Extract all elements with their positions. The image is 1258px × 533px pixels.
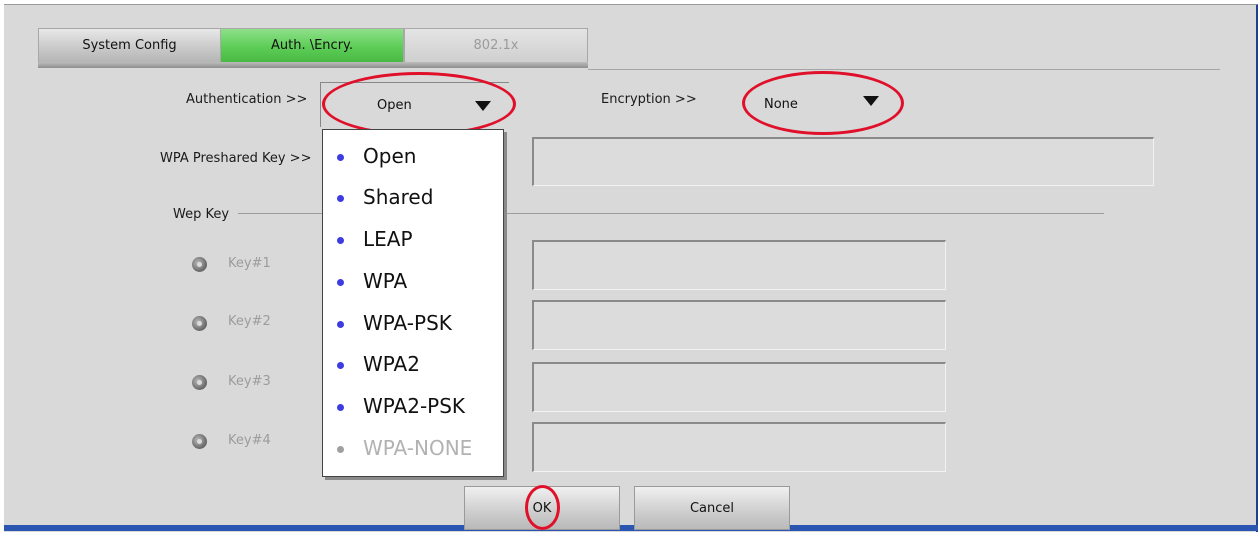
authentication-options-list: Open Shared LEAP WPA WPA-PSK WPA2 WPA2-P… [322,129,504,477]
option-wpa-psk[interactable]: WPA-PSK [323,303,503,343]
encryption-value: None [764,97,798,112]
window-bottom-border [4,525,1258,531]
option-shared[interactable]: Shared [323,177,503,217]
tab-system-config[interactable]: System Config [38,28,221,62]
ok-button-label: OK [532,500,552,516]
key1-input[interactable] [532,240,946,290]
key4-radio[interactable] [192,434,207,449]
key4-input[interactable] [532,422,946,472]
option-label: Shared [363,185,434,209]
option-label: WPA-PSK [363,311,452,335]
tab-8021x[interactable]: 802.1x [404,28,588,62]
option-label: LEAP [363,227,413,251]
authentication-select[interactable]: Open [320,82,509,127]
wep-key-group-label: Wep Key [173,207,230,222]
bullet-icon [337,279,344,286]
cancel-button[interactable]: Cancel [634,486,790,530]
cancel-button-label: Cancel [689,500,735,516]
option-label: WPA2-PSK [363,394,466,418]
key1-radio[interactable] [192,257,207,272]
wpa-preshared-key-input[interactable] [532,137,1154,186]
divider [588,69,1220,70]
option-leap[interactable]: LEAP [323,219,503,259]
wpa-preshared-key-label: WPA Preshared Key >> [160,151,312,166]
bullet-icon [337,195,344,202]
chevron-down-icon[interactable] [475,101,491,111]
tab-bar-underline [38,62,588,68]
encryption-label: Encryption >> [601,92,697,107]
option-wpa-none: WPA-NONE [323,428,503,468]
bullet-icon [337,321,344,328]
key1-label: Key#1 [228,256,271,271]
ok-button[interactable]: OK [464,486,620,530]
option-label: WPA-NONE [363,436,473,460]
option-label: Open [363,144,417,168]
key3-radio[interactable] [192,375,207,390]
bullet-icon [337,404,344,411]
key3-input[interactable] [532,362,946,412]
tab-auth-encry[interactable]: Auth. \Encry. [220,28,404,62]
key2-label: Key#2 [228,314,271,329]
bullet-icon [337,362,344,369]
option-wpa[interactable]: WPA [323,261,503,301]
bullet-icon [337,154,344,161]
option-label: WPA2 [363,352,420,376]
encryption-select[interactable]: None [745,82,895,126]
option-wpa2-psk[interactable]: WPA2-PSK [323,386,503,426]
bullet-icon [337,446,344,453]
bullet-icon [337,237,344,244]
authentication-label: Authentication >> [186,92,308,107]
chevron-down-icon[interactable] [863,96,879,106]
key4-label: Key#4 [228,433,271,448]
authentication-value: Open [377,98,412,113]
key2-radio[interactable] [192,316,207,331]
screen: { "tabs": [ {"label": "System Config"}, … [0,0,1258,533]
option-wpa2[interactable]: WPA2 [323,344,503,384]
option-open[interactable]: Open [323,136,503,176]
key3-label: Key#3 [228,374,271,389]
option-label: WPA [363,269,408,293]
key2-input[interactable] [532,300,946,350]
